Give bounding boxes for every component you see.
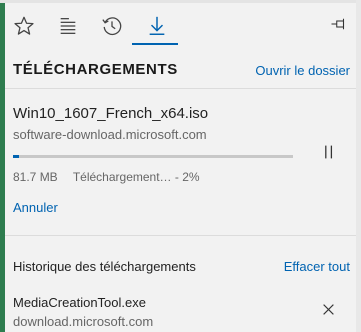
history-icon xyxy=(102,17,122,36)
download-status: 81.7 MB Téléchargement… - 2% xyxy=(13,170,200,184)
reading-list-tab[interactable] xyxy=(51,9,85,43)
clear-all-link[interactable]: Effacer tout xyxy=(284,259,350,274)
pin-button[interactable] xyxy=(326,11,352,37)
hub-toolbar xyxy=(5,3,356,47)
download-size: 81.7 MB xyxy=(13,170,58,184)
download-progress-fill xyxy=(13,155,19,158)
downloads-header: TÉLÉCHARGEMENTS Ouvrir le dossier xyxy=(5,59,356,83)
star-icon xyxy=(14,16,34,35)
history-tab[interactable] xyxy=(95,9,129,43)
favorites-tab[interactable] xyxy=(7,9,41,43)
history-item-source: download.microsoft.com xyxy=(13,314,154,329)
pause-icon xyxy=(325,145,333,159)
close-icon xyxy=(322,303,334,315)
history-divider xyxy=(5,235,356,236)
window-right-edge xyxy=(356,0,361,332)
cancel-download-link[interactable]: Annuler xyxy=(13,200,58,215)
open-folder-link[interactable]: Ouvrir le dossier xyxy=(255,63,350,78)
downloads-hub-panel: TÉLÉCHARGEMENTS Ouvrir le dossier Win10_… xyxy=(5,3,356,332)
active-tab-indicator xyxy=(132,43,178,45)
download-icon xyxy=(149,16,165,35)
pin-icon xyxy=(331,18,345,30)
remove-history-item-button[interactable] xyxy=(320,301,336,317)
history-title: Historique des téléchargements xyxy=(13,259,196,274)
history-item-filename[interactable]: MediaCreationTool.exe xyxy=(13,295,146,310)
download-progress-bar xyxy=(13,155,293,158)
download-filename[interactable]: Win10_1607_French_x64.iso xyxy=(13,105,208,122)
download-source: software-download.microsoft.com xyxy=(13,127,207,142)
reading-list-icon xyxy=(60,18,76,34)
download-status-text: Téléchargement… - 2% xyxy=(72,170,200,184)
header-divider xyxy=(5,88,356,89)
page-title: TÉLÉCHARGEMENTS xyxy=(13,61,178,78)
downloads-tab[interactable] xyxy=(140,9,174,43)
pause-button[interactable] xyxy=(319,142,339,162)
